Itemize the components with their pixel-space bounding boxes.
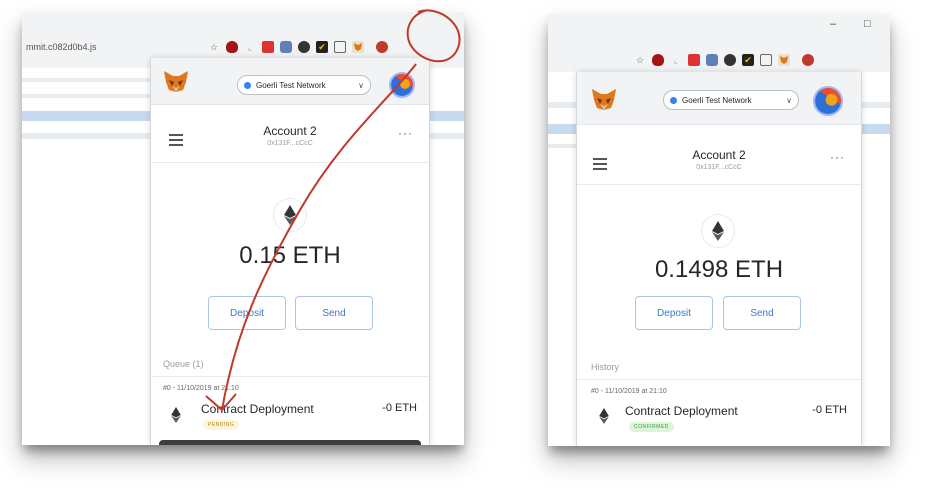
metamask-fox-icon: [163, 70, 189, 92]
ublock-icon[interactable]: [226, 41, 238, 53]
maximize-button[interactable]: □: [864, 18, 871, 30]
tx-title[interactable]: Contract Deployment: [625, 404, 738, 418]
page-bg-highlight: [428, 111, 464, 121]
metamask-fox-icon: [591, 88, 617, 110]
network-selector[interactable]: Goerli Test Network ∨: [237, 75, 371, 95]
status-badge-pending: PENDING: [203, 420, 240, 430]
chevron-down-icon: ∨: [358, 80, 364, 90]
extension-square-icon[interactable]: [760, 54, 772, 66]
browser-toolbar: – □ ☆ ⌞ ✔: [548, 14, 890, 72]
deposit-button[interactable]: Deposit: [635, 296, 713, 330]
chevron-down-icon: ∨: [786, 95, 792, 105]
extension-check-icon[interactable]: ✔: [316, 41, 328, 53]
kebab-menu-icon[interactable]: ···: [398, 126, 413, 140]
balance-amount: 0.1498 ETH: [654, 256, 784, 283]
account-name[interactable]: Account 2: [151, 124, 429, 138]
ethereum-icon: [171, 407, 185, 425]
extension-blue-icon[interactable]: [706, 54, 718, 66]
minimize-button[interactable]: –: [830, 18, 836, 30]
extensions-row: ☆ ⌞ ✔: [634, 54, 814, 66]
metamask-fox-icon[interactable]: [778, 54, 790, 66]
star-icon[interactable]: ☆: [634, 54, 646, 66]
metamask-fox-icon[interactable]: [352, 41, 364, 53]
extension-icon[interactable]: ⌞: [244, 41, 256, 53]
extension-dark-icon[interactable]: [724, 54, 736, 66]
network-dot-icon: [670, 96, 677, 104]
screenshot-after: – □ ☆ ⌞ ✔ Goerli Test Network ∨ Account …: [548, 14, 890, 446]
page-bg-line: [860, 102, 890, 108]
account-name[interactable]: Account 2: [577, 148, 861, 162]
divider: [151, 376, 429, 377]
popup-header: Goerli Test Network ∨: [577, 72, 861, 125]
ethereum-icon: [273, 198, 307, 232]
tx-amount: -0 ETH: [812, 404, 847, 416]
profile-avatar[interactable]: [802, 54, 814, 66]
extension-icon[interactable]: ⌞: [670, 54, 682, 66]
tx-date: #0 - 11/10/2019 at 21:10: [163, 385, 239, 392]
network-dot-icon: [244, 81, 251, 89]
metamask-popup: Goerli Test Network ∨ Account 2 0x131F..…: [576, 72, 862, 446]
profile-avatar[interactable]: [376, 41, 388, 53]
status-badge-confirmed: CONFIRMED: [629, 422, 674, 432]
ethereum-icon: [599, 408, 613, 426]
account-address[interactable]: 0x131F...cCcC: [577, 164, 861, 171]
page-bg-line: [548, 144, 576, 148]
account-bar: Account 2 0x131F...cCcC ···: [151, 112, 429, 163]
divider: [577, 379, 861, 380]
deposit-button[interactable]: Deposit: [208, 296, 286, 330]
tx-date: #0 - 11/10/2019 at 21:10: [591, 388, 667, 395]
metamask-popup: Goerli Test Network ∨ Account 2 0x131F..…: [150, 58, 430, 445]
network-selector[interactable]: Goerli Test Network ∨: [663, 90, 799, 110]
page-bg-line: [22, 133, 150, 139]
send-button[interactable]: Send: [295, 296, 373, 330]
page-bg-highlight: [22, 111, 150, 121]
extension-red-icon[interactable]: [262, 41, 274, 53]
extension-dark-icon[interactable]: [298, 41, 310, 53]
kebab-menu-icon[interactable]: ···: [830, 150, 845, 164]
account-identicon[interactable]: [389, 72, 415, 98]
address-bar-url[interactable]: mmit.c082d0b4.js: [26, 42, 97, 52]
ublock-icon[interactable]: [652, 54, 664, 66]
popup-footer-bar: [159, 440, 421, 445]
page-bg-highlight: [860, 124, 890, 134]
page-bg-line: [22, 78, 150, 82]
screenshot-before: mmit.c082d0b4.js ☆ ⌞ ✔ Goerli Test Netwo…: [22, 12, 464, 445]
page-bg-highlight: [548, 124, 576, 134]
ethereum-icon: [701, 214, 735, 248]
send-button[interactable]: Send: [723, 296, 801, 330]
star-icon[interactable]: ☆: [208, 41, 220, 53]
popup-header: Goerli Test Network ∨: [151, 58, 429, 105]
page-bg-line: [428, 133, 464, 139]
account-address[interactable]: 0x131F...cCcC: [151, 140, 429, 147]
history-label: History: [591, 362, 620, 372]
extension-check-icon[interactable]: ✔: [742, 54, 754, 66]
extension-square-icon[interactable]: [334, 41, 346, 53]
extensions-row: ☆ ⌞ ✔: [208, 41, 388, 53]
network-name: Goerli Test Network: [682, 95, 752, 105]
balance-amount: 0.15 ETH: [239, 242, 341, 269]
extension-blue-icon[interactable]: [280, 41, 292, 53]
account-bar: Account 2 0x131F...cCcC ···: [577, 134, 861, 185]
page-bg-line: [548, 102, 576, 108]
extension-red-icon[interactable]: [688, 54, 700, 66]
queue-label: Queue (1): [163, 359, 204, 369]
tx-title[interactable]: Contract Deployment: [201, 402, 314, 416]
network-name: Goerli Test Network: [256, 80, 326, 90]
account-identicon[interactable]: [813, 86, 843, 116]
page-bg-line: [22, 94, 150, 98]
tx-amount: -0 ETH: [382, 402, 417, 414]
